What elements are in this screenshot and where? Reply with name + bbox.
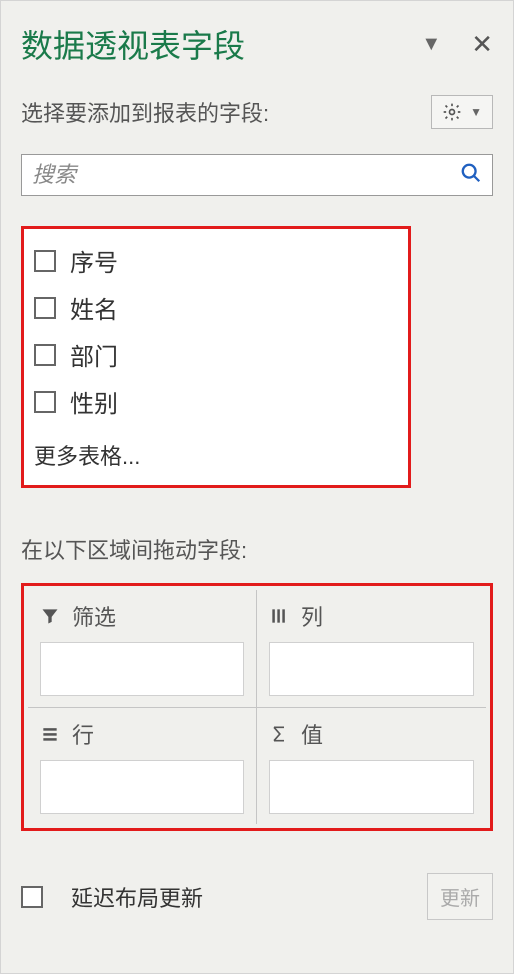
field-label: 姓名 (70, 290, 118, 325)
columns-icon (269, 606, 289, 626)
filters-zone[interactable]: 筛选 (28, 590, 257, 707)
values-zone[interactable]: 值 (257, 707, 486, 824)
zone-label: 值 (301, 718, 323, 750)
field-label: 部门 (70, 337, 118, 372)
task-pane-options-button[interactable]: ▼ (421, 33, 441, 56)
field-checkbox[interactable] (34, 391, 56, 413)
drop-zones-container: 筛选 列 (21, 583, 493, 831)
zone-label: 筛选 (72, 600, 116, 632)
pane-header: 数据透视表字段 ▼ ✕ (21, 21, 493, 67)
filter-icon (40, 606, 60, 626)
gear-icon (442, 102, 462, 122)
search-input[interactable] (32, 162, 460, 188)
defer-layout-row: 延迟布局更新 (21, 881, 203, 913)
footer: 延迟布局更新 更新 (21, 873, 493, 920)
zones-grid: 筛选 列 (28, 590, 486, 824)
more-tables-link[interactable]: 更多表格... (34, 425, 398, 475)
field-list: 序号 姓名 部门 性别 更多表格... (21, 226, 411, 488)
search-icon[interactable] (460, 162, 482, 189)
zone-header: 筛选 (40, 600, 244, 632)
defer-layout-label: 延迟布局更新 (71, 881, 203, 913)
header-controls: ▼ ✕ (421, 29, 493, 60)
field-label: 性别 (70, 384, 118, 419)
subtitle-row: 选择要添加到报表的字段: ▼ (21, 95, 493, 129)
field-item[interactable]: 性别 (34, 378, 398, 425)
choose-fields-label: 选择要添加到报表的字段: (21, 96, 269, 128)
zone-header: 列 (269, 600, 474, 632)
field-item[interactable]: 序号 (34, 237, 398, 284)
zone-drop-area[interactable] (40, 642, 244, 696)
columns-zone[interactable]: 列 (257, 590, 486, 707)
rows-icon (40, 724, 60, 744)
zone-drop-area[interactable] (269, 760, 474, 814)
pivot-table-fields-pane: 数据透视表字段 ▼ ✕ 选择要添加到报表的字段: ▼ (0, 0, 514, 974)
zone-drop-area[interactable] (40, 760, 244, 814)
zone-label: 行 (72, 718, 94, 750)
zone-header: 行 (40, 718, 244, 750)
field-item[interactable]: 部门 (34, 331, 398, 378)
zone-label: 列 (301, 600, 323, 632)
chevron-down-icon: ▼ (470, 105, 482, 119)
field-checkbox[interactable] (34, 250, 56, 272)
close-button[interactable]: ✕ (471, 29, 493, 60)
field-label: 序号 (70, 243, 118, 278)
defer-layout-checkbox[interactable] (21, 886, 43, 908)
sigma-icon (269, 724, 289, 744)
zone-header: 值 (269, 718, 474, 750)
update-button[interactable]: 更新 (427, 873, 493, 920)
search-box (21, 154, 493, 196)
field-checkbox[interactable] (34, 297, 56, 319)
zone-drop-area[interactable] (269, 642, 474, 696)
drag-fields-label: 在以下区域间拖动字段: (21, 533, 493, 565)
field-checkbox[interactable] (34, 344, 56, 366)
tools-dropdown-button[interactable]: ▼ (431, 95, 493, 129)
field-item[interactable]: 姓名 (34, 284, 398, 331)
rows-zone[interactable]: 行 (28, 707, 257, 824)
pane-title: 数据透视表字段 (21, 21, 245, 67)
